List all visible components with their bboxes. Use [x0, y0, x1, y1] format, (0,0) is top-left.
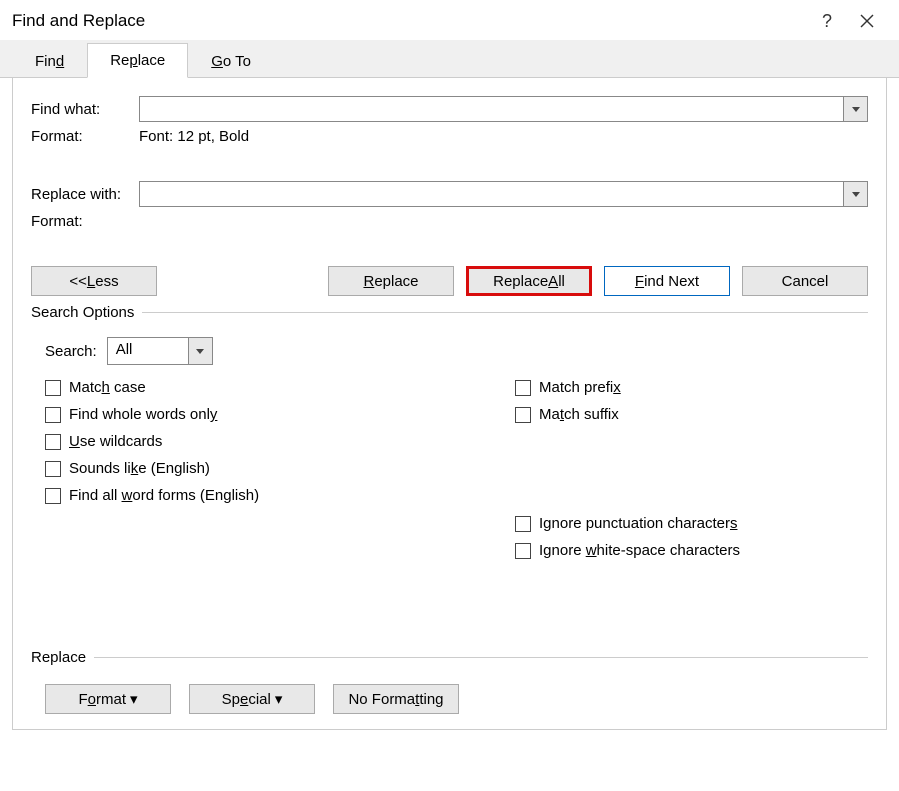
whole-words-checkbox[interactable]: Find whole words only [45, 406, 515, 423]
replace-with-row: Replace with: [31, 181, 868, 207]
checkbox-icon [515, 407, 531, 423]
checkbox-icon [45, 407, 61, 423]
replace-group: Replace Format▾ Special▾ No Formatting [31, 649, 868, 714]
replace-format-row: Format: [31, 213, 868, 230]
dialog-title: Find and Replace [12, 11, 807, 31]
tab-bar: Find Replace Go To [0, 40, 899, 78]
checkbox-icon [515, 516, 531, 532]
find-what-combo[interactable] [139, 96, 868, 122]
titlebar: Find and Replace ? [0, 0, 899, 40]
checkbox-icon [45, 488, 61, 504]
checkbox-icon [45, 380, 61, 396]
less-button[interactable]: << Less [31, 266, 157, 296]
find-what-label: Find what: [31, 101, 139, 118]
tab-replace[interactable]: Replace [87, 43, 188, 78]
tab-goto[interactable]: Go To [188, 44, 274, 78]
ignore-whitespace-checkbox[interactable]: Ignore white-space characters [515, 542, 740, 559]
cancel-button[interactable]: Cancel [742, 266, 868, 296]
button-row: << Less Replace Replace All Find Next Ca… [31, 266, 868, 296]
find-what-input[interactable] [140, 97, 843, 121]
checkbox-column-left: Match case Find whole words only Use wil… [45, 379, 515, 559]
search-direction-value: All [108, 338, 188, 364]
find-replace-dialog: Find and Replace ? Find Replace Go To Fi… [0, 0, 899, 742]
find-what-dropdown-button[interactable] [843, 97, 867, 121]
all-word-forms-checkbox[interactable]: Find all word forms (English) [45, 487, 515, 504]
dialog-content: Find what: Format: Font: 12 pt, Bold Rep… [12, 78, 887, 730]
sounds-like-checkbox[interactable]: Sounds like (English) [45, 460, 515, 477]
checkbox-columns: Match case Find whole words only Use wil… [45, 379, 868, 559]
no-formatting-button[interactable]: No Formatting [333, 684, 459, 714]
ignore-punctuation-checkbox[interactable]: Ignore punctuation characters [515, 515, 740, 532]
checkbox-icon [515, 543, 531, 559]
match-case-checkbox[interactable]: Match case [45, 379, 515, 396]
replace-with-combo[interactable] [139, 181, 868, 207]
special-button[interactable]: Special▾ [189, 684, 315, 714]
tab-find[interactable]: Find [12, 44, 87, 78]
help-button[interactable]: ? [807, 11, 847, 32]
search-options-group: Search Options Search: All Match case Fi… [31, 304, 868, 559]
use-wildcards-checkbox[interactable]: Use wildcards [45, 433, 515, 450]
replace-with-dropdown-button[interactable] [843, 182, 867, 206]
replace-with-input[interactable] [140, 182, 843, 206]
find-next-button[interactable]: Find Next [604, 266, 730, 296]
close-button[interactable] [847, 14, 887, 28]
chevron-down-icon [852, 192, 860, 197]
find-format-row: Format: Font: 12 pt, Bold [31, 128, 868, 145]
checkbox-icon [45, 434, 61, 450]
format-button[interactable]: Format▾ [45, 684, 171, 714]
chevron-down-icon [852, 107, 860, 112]
find-what-row: Find what: [31, 96, 868, 122]
search-options-legend: Search Options [31, 304, 142, 321]
replace-group-legend: Replace [31, 649, 94, 666]
search-direction-label: Search: [45, 343, 97, 360]
search-direction-dropdown-button[interactable] [188, 338, 212, 364]
checkbox-icon [45, 461, 61, 477]
format-label: Format: [31, 128, 139, 145]
chevron-down-icon [196, 349, 204, 354]
match-suffix-checkbox[interactable]: Match suffix [515, 406, 740, 423]
replace-button[interactable]: Replace [328, 266, 454, 296]
match-prefix-checkbox[interactable]: Match prefix [515, 379, 740, 396]
bottom-buttons: Format▾ Special▾ No Formatting [45, 684, 868, 714]
close-icon [860, 14, 874, 28]
search-direction-row: Search: All [45, 337, 868, 365]
replace-all-button[interactable]: Replace All [466, 266, 592, 296]
replace-with-label: Replace with: [31, 186, 139, 203]
checkbox-icon [515, 380, 531, 396]
find-format-value: Font: 12 pt, Bold [139, 128, 249, 145]
replace-format-label: Format: [31, 213, 139, 230]
search-direction-select[interactable]: All [107, 337, 213, 365]
checkbox-column-right: Match prefix Match suffix Ignore punctua… [515, 379, 740, 559]
